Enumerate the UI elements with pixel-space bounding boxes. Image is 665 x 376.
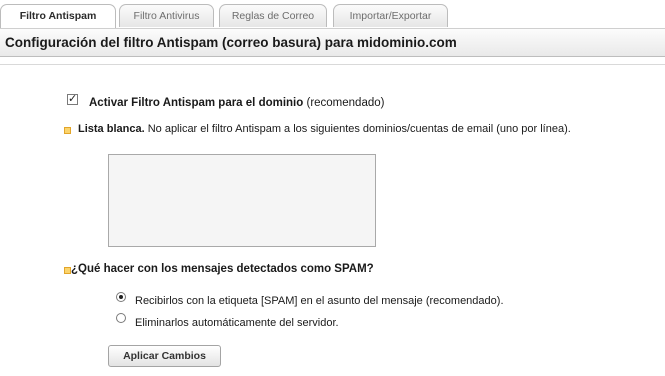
tab-bar: Filtro Antispam Filtro Antivirus Reglas … bbox=[0, 4, 665, 28]
whitelist-description: No aplicar el filtro Antispam a los sigu… bbox=[147, 123, 571, 135]
activate-label-bold: Activar Filtro Antispam para el dominio bbox=[89, 97, 304, 109]
divider bbox=[0, 64, 665, 65]
tab-reglas-de-correo[interactable]: Reglas de Correo bbox=[219, 4, 327, 27]
bullet-icon bbox=[64, 127, 71, 134]
radio-eliminarlos[interactable] bbox=[116, 313, 126, 323]
whitelist-textarea[interactable] bbox=[108, 154, 376, 247]
activate-antispam-checkbox[interactable]: ✓ bbox=[67, 94, 78, 105]
tab-filtro-antivirus[interactable]: Filtro Antivirus bbox=[119, 4, 214, 27]
bullet-icon bbox=[64, 267, 71, 274]
page-title: Configuración del filtro Antispam (corre… bbox=[5, 35, 457, 50]
radio-eliminarlos-label: Eliminarlos automáticamente del servidor… bbox=[135, 317, 339, 329]
whitelist-title: Lista blanca. bbox=[78, 123, 145, 135]
radio-recibirlos[interactable] bbox=[116, 292, 126, 302]
checkmark-icon: ✓ bbox=[68, 93, 78, 105]
tab-importar-exportar[interactable]: Importar/Exportar bbox=[333, 4, 448, 27]
activate-antispam-label: Activar Filtro Antispam para el dominio … bbox=[89, 97, 384, 109]
spam-action-question: ¿Qué hacer con los mensajes detectados c… bbox=[71, 263, 374, 275]
apply-changes-button[interactable]: Aplicar Cambios bbox=[108, 345, 221, 367]
whitelist-label: Lista blanca. No aplicar el filtro Antis… bbox=[78, 123, 571, 135]
tab-filtro-antispam[interactable]: Filtro Antispam bbox=[0, 4, 116, 28]
radio-recibirlos-label: Recibirlos con la etiqueta [SPAM] en el … bbox=[135, 295, 504, 307]
section-header: Configuración del filtro Antispam (corre… bbox=[0, 28, 665, 57]
activate-label-note: (recomendado) bbox=[306, 97, 385, 109]
